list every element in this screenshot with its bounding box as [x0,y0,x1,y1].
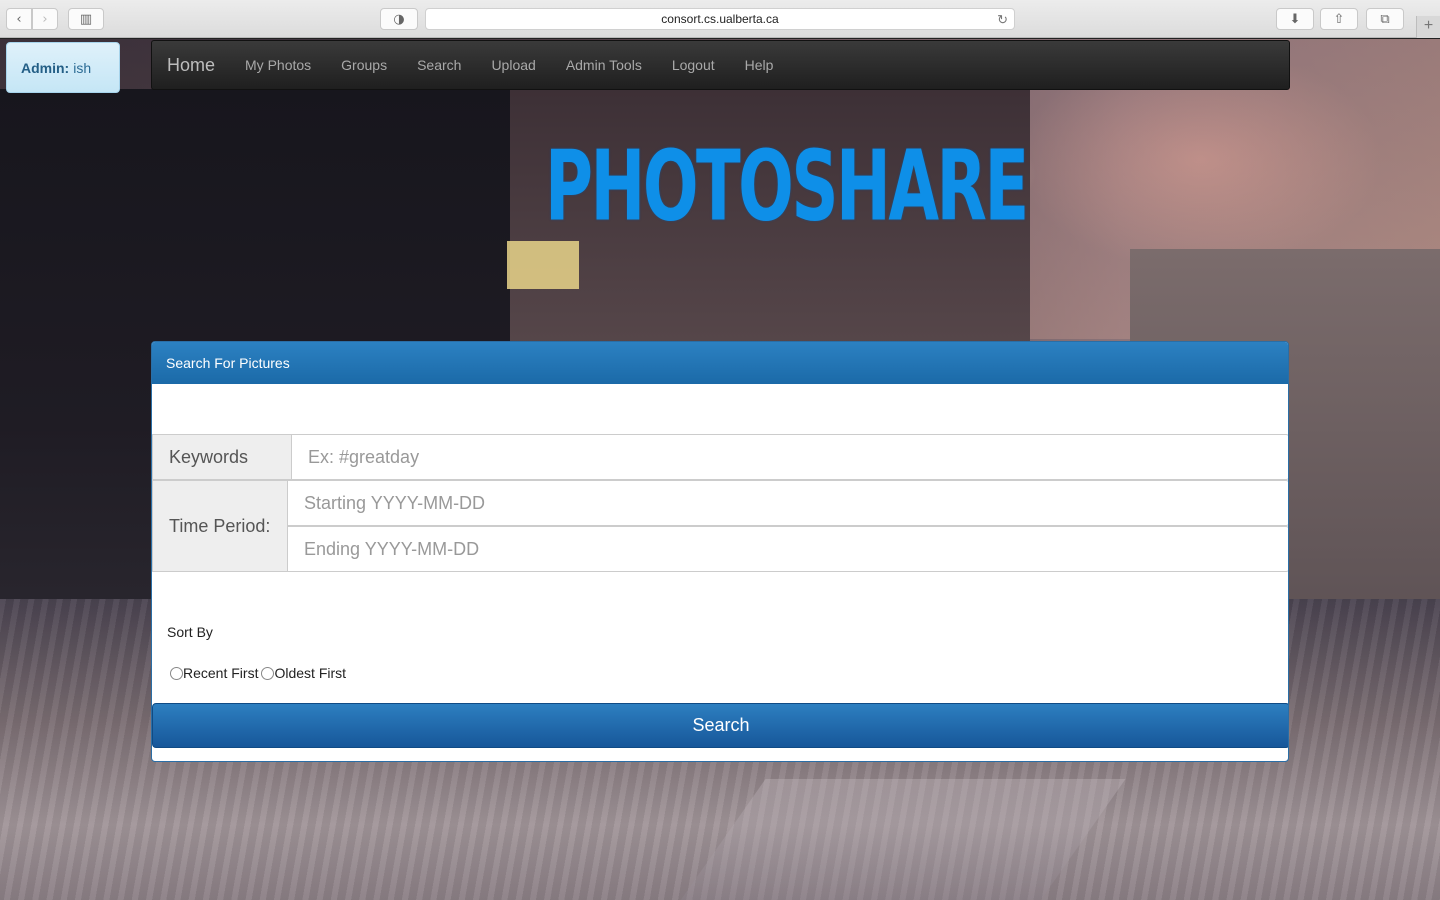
sort-options: Recent First Oldest First [170,665,349,681]
background-window [507,241,579,289]
nav-help[interactable]: Help [745,57,774,73]
search-panel: Search For Pictures Keywords Ex: #greatd… [151,341,1289,762]
sort-by-label: Sort By [167,624,213,640]
nav-admin-tools[interactable]: Admin Tools [566,57,642,73]
recent-first-radio[interactable] [170,666,183,680]
nav-groups[interactable]: Groups [341,57,387,73]
url-text: consort.cs.ualberta.ca [661,12,779,26]
nav-logout[interactable]: Logout [672,57,715,73]
oldest-first-label[interactable]: Oldest First [274,665,346,681]
forward-icon[interactable]: › [32,8,58,30]
panel-heading: Search For Pictures [152,342,1288,384]
privacy-icon[interactable]: ◑ [380,8,418,30]
downloads-icon[interactable]: ⬇ [1276,8,1314,30]
share-icon[interactable]: ⇧ [1320,8,1358,30]
sidebar-toggle-icon[interactable]: ▥ [68,8,104,30]
admin-badge: Admin: ish [6,42,120,93]
start-date-input[interactable]: Starting YYYY-MM-DD [287,480,1288,526]
search-button[interactable]: Search [152,703,1288,748]
reload-icon[interactable]: ↻ [997,9,1008,30]
keywords-input[interactable]: Ex: #greatday [291,434,1288,480]
nav-upload[interactable]: Upload [491,57,535,73]
browser-toolbar: ‹ › ▥ ◑ consort.cs.ualberta.ca ↻ ⬇ ⇧ ⧉ + [0,0,1440,38]
nav-my-photos[interactable]: My Photos [245,57,311,73]
tabs-overview-icon[interactable]: ⧉ [1366,8,1404,30]
nav-home[interactable]: Home [167,55,215,76]
recent-first-label[interactable]: Recent First [183,665,258,681]
admin-user: ish [73,59,92,76]
new-tab-icon[interactable]: + [1416,16,1440,38]
admin-label: Admin: [21,59,70,76]
back-icon[interactable]: ‹ [6,8,32,30]
end-date-input[interactable]: Ending YYYY-MM-DD [287,526,1288,572]
time-period-label: Time Period: [152,480,288,572]
address-bar[interactable]: consort.cs.ualberta.ca ↻ [425,8,1015,30]
oldest-first-radio[interactable] [261,666,275,680]
nav-search[interactable]: Search [417,57,461,73]
navbar: Home My Photos Groups Search Upload Admi… [151,40,1290,90]
photoshare-logo: PHOTOSHARE [545,130,1029,244]
keywords-label: Keywords [152,434,292,480]
